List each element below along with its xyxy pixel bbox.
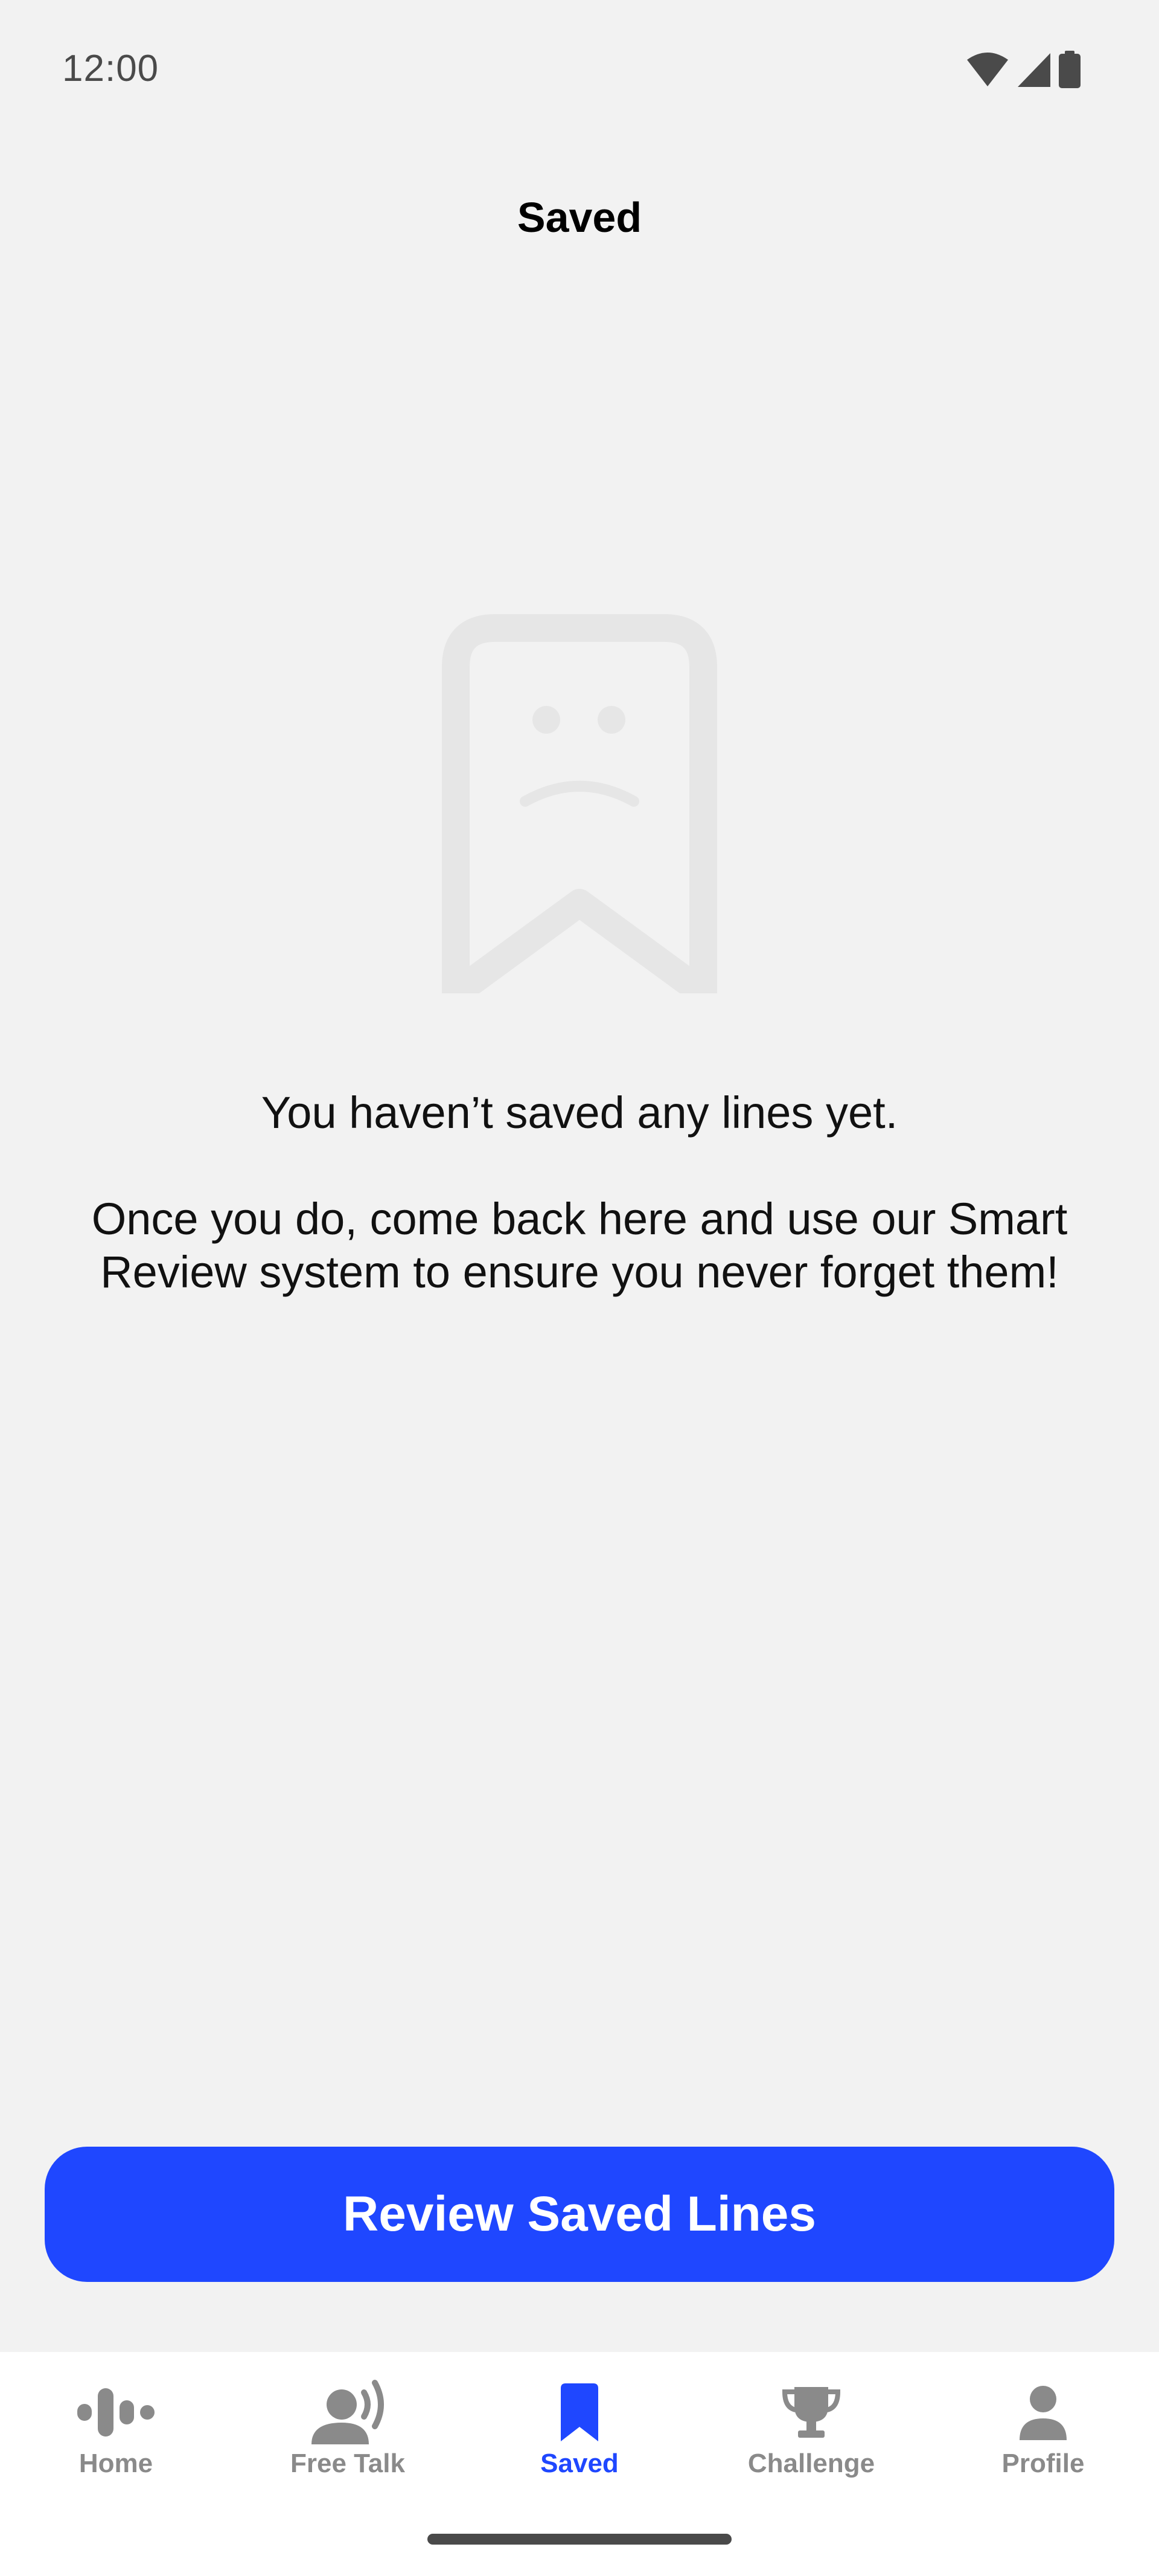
nav-label-challenge: Challenge xyxy=(747,2449,875,2478)
empty-state-title: You haven’t saved any lines yet. xyxy=(261,1088,898,1138)
nav-item-profile[interactable]: Profile xyxy=(927,2352,1159,2509)
bookmark-icon xyxy=(561,2383,598,2441)
home-indicator[interactable] xyxy=(427,2534,732,2545)
nav-item-home[interactable]: Home xyxy=(0,2352,232,2509)
nav-label-home: Home xyxy=(78,2449,153,2478)
signal-icon xyxy=(1018,53,1050,87)
wifi-icon xyxy=(967,53,1008,86)
review-saved-lines-button[interactable]: Review Saved Lines xyxy=(45,2147,1114,2282)
nav-item-saved[interactable]: Saved xyxy=(464,2352,695,2509)
page-title: Saved xyxy=(517,194,642,241)
battery-icon xyxy=(1059,51,1081,88)
saved-screen: 12:00 Saved You haven’t saved any lines … xyxy=(0,0,1159,2576)
person-icon xyxy=(1020,2386,1067,2440)
sad-bookmark-icon xyxy=(442,614,717,993)
nav-item-challenge[interactable]: Challenge xyxy=(695,2352,927,2509)
status-time: 12:00 xyxy=(62,48,159,89)
nav-label-free-talk: Free Talk xyxy=(290,2449,405,2478)
waveform-icon xyxy=(77,2388,155,2437)
nav-item-free-talk[interactable]: Free Talk xyxy=(232,2352,464,2509)
speaking-person-icon xyxy=(311,2380,384,2444)
status-icons xyxy=(966,51,1081,88)
nav-label-saved: Saved xyxy=(540,2449,619,2478)
empty-state-body: Once you do, come back here and use our … xyxy=(91,1194,1068,1297)
status-bar: 12:00 xyxy=(0,0,1159,139)
nav-label-profile: Profile xyxy=(1001,2449,1085,2478)
trophy-icon xyxy=(782,2387,841,2438)
bottom-nav: Home Free Talk Saved Challenge Profile xyxy=(0,2352,1159,2576)
